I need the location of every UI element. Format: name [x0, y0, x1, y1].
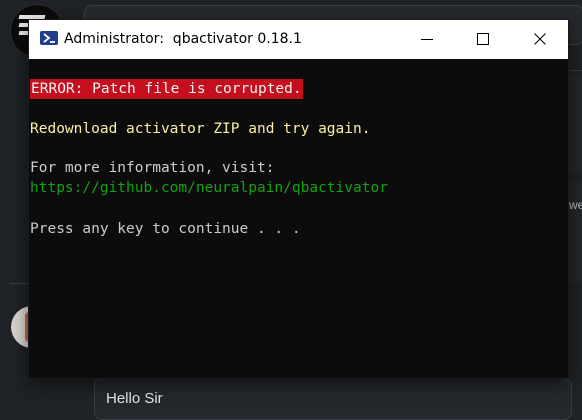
window-title: Administrator: qbactivator 0.18.1: [64, 31, 302, 47]
window-titlebar[interactable]: Administrator: qbactivator 0.18.1: [29, 20, 568, 59]
redownload-message: Redownload activator ZIP and try again.: [30, 121, 371, 137]
background-side-card: [566, 74, 582, 174]
message-text: Hello Sir: [106, 390, 163, 407]
console-output[interactable]: ERROR: Patch file is corrupted. Redownlo…: [29, 59, 568, 378]
maximize-button[interactable]: [455, 20, 511, 59]
close-button[interactable]: [512, 20, 568, 59]
message-card: [94, 378, 572, 420]
background-side-card: [566, 182, 582, 282]
error-message: ERROR: Patch file is corrupted.: [30, 79, 303, 99]
github-link[interactable]: https://github.com/neuralpain/qbactivato…: [30, 178, 388, 198]
divider: [10, 283, 30, 284]
more-info-text: For more information, visit:: [30, 160, 275, 176]
minimize-button[interactable]: [399, 20, 455, 59]
close-icon: [534, 33, 546, 45]
terminal-window[interactable]: Administrator: qbactivator 0.18.1 ERROR:…: [29, 20, 568, 378]
maximize-icon: [477, 33, 489, 45]
powershell-icon: [40, 31, 58, 45]
press-any-key-prompt: Press any key to continue . . .: [30, 221, 301, 237]
background-partial-text: we: [569, 198, 582, 212]
minimize-icon: [421, 39, 433, 40]
divider: [570, 70, 582, 71]
